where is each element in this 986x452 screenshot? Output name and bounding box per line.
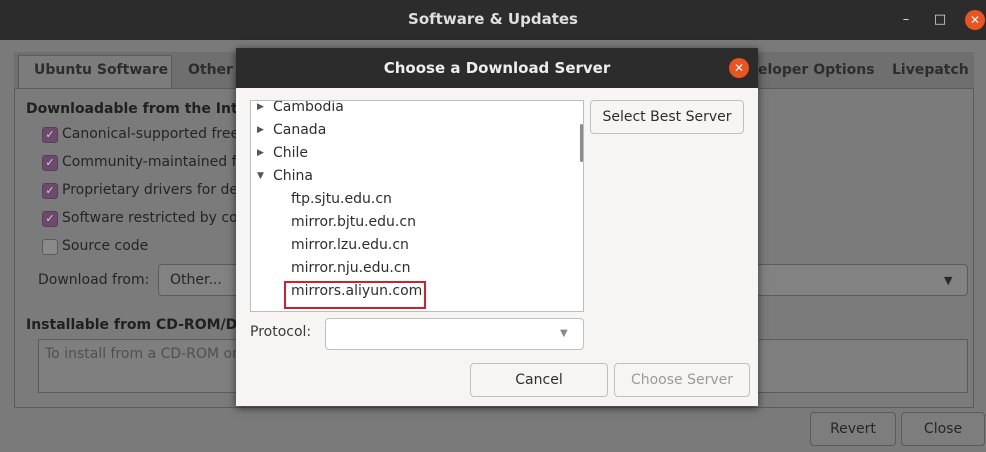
tree-item-mirror[interactable]: mirror.lzu.edu.cn <box>291 234 409 257</box>
dialog-close-icon[interactable]: ✕ <box>729 58 749 78</box>
revert-button[interactable]: Revert <box>810 412 896 446</box>
tab-other-software[interactable]: Other <box>188 62 233 78</box>
tree-item-label: Chile <box>273 145 309 161</box>
chevron-down-icon: ▼ <box>560 328 568 339</box>
tree-item-label: Canada <box>273 122 327 138</box>
cdrom-heading: Installable from CD-ROM/DVD <box>26 317 260 333</box>
tree-item-mirror[interactable]: mirror.nju.edu.cn <box>291 257 410 280</box>
tree-item-canada[interactable]: ▶ Canada <box>251 119 583 142</box>
close-button[interactable]: Close <box>901 412 985 446</box>
checkbox-community[interactable]: ✓ <box>42 155 58 171</box>
tree-item-chile[interactable]: ▶ Chile <box>251 142 583 165</box>
collapse-arrow-icon[interactable]: ▼ <box>257 165 264 188</box>
tree-item-mirror[interactable]: mirror.bjtu.edu.cn <box>291 211 416 234</box>
download-from-label: Download from: <box>38 272 150 288</box>
choose-server-button[interactable]: Choose Server <box>614 363 750 397</box>
highlight-box <box>284 281 426 309</box>
download-server-dialog: Choose a Download Server ✕ ▶ Cambodia ▶ … <box>236 48 758 406</box>
select-best-server-button[interactable]: Select Best Server <box>590 100 744 134</box>
checkbox-source-code[interactable] <box>42 239 58 255</box>
checkbox-community-label: Community-maintained fr <box>62 154 243 170</box>
window-title: Software & Updates <box>408 10 578 28</box>
tree-scrollbar[interactable] <box>580 124 583 162</box>
maximize-icon[interactable]: □ <box>930 10 950 30</box>
checkbox-canonical-label: Canonical-supported free <box>62 126 240 142</box>
window-close-icon[interactable]: ✕ <box>965 10 985 30</box>
expand-arrow-icon[interactable]: ▶ <box>257 142 264 165</box>
tree-item-china[interactable]: ▼ China <box>251 165 583 188</box>
tab-livepatch[interactable]: Livepatch <box>892 62 969 78</box>
chevron-down-icon: ▼ <box>944 274 953 287</box>
tree-item-label: China <box>273 168 313 184</box>
dialog-title: Choose a Download Server <box>383 59 611 77</box>
protocol-label: Protocol: <box>250 324 312 340</box>
expand-arrow-icon[interactable]: ▶ <box>257 119 264 142</box>
tree-item-mirror[interactable]: ftp.sjtu.edu.cn <box>291 188 392 211</box>
cdrom-text: To install from a CD-ROM or D <box>45 346 254 362</box>
checkbox-restricted-label: Software restricted by cop <box>62 210 247 226</box>
minimize-icon[interactable]: – <box>896 10 916 30</box>
downloadable-heading: Downloadable from the Intern <box>26 101 264 117</box>
checkbox-restricted[interactable]: ✓ <box>42 211 58 227</box>
protocol-combo[interactable] <box>325 318 584 350</box>
tree-item-cambodia[interactable]: ▶ Cambodia <box>251 100 583 119</box>
checkbox-proprietary[interactable]: ✓ <box>42 183 58 199</box>
tab-ubuntu-software[interactable]: Ubuntu Software <box>34 62 168 78</box>
checkbox-source-code-label: Source code <box>62 238 149 254</box>
tree-item-label: Cambodia <box>273 100 344 115</box>
tab-developer-options[interactable]: eloper Options <box>758 62 875 78</box>
expand-arrow-icon[interactable]: ▶ <box>257 101 264 119</box>
cancel-button[interactable]: Cancel <box>470 363 608 397</box>
download-from-value: Other... <box>170 272 222 288</box>
checkbox-canonical[interactable]: ✓ <box>42 127 58 143</box>
checkbox-proprietary-label: Proprietary drivers for de <box>62 182 239 198</box>
